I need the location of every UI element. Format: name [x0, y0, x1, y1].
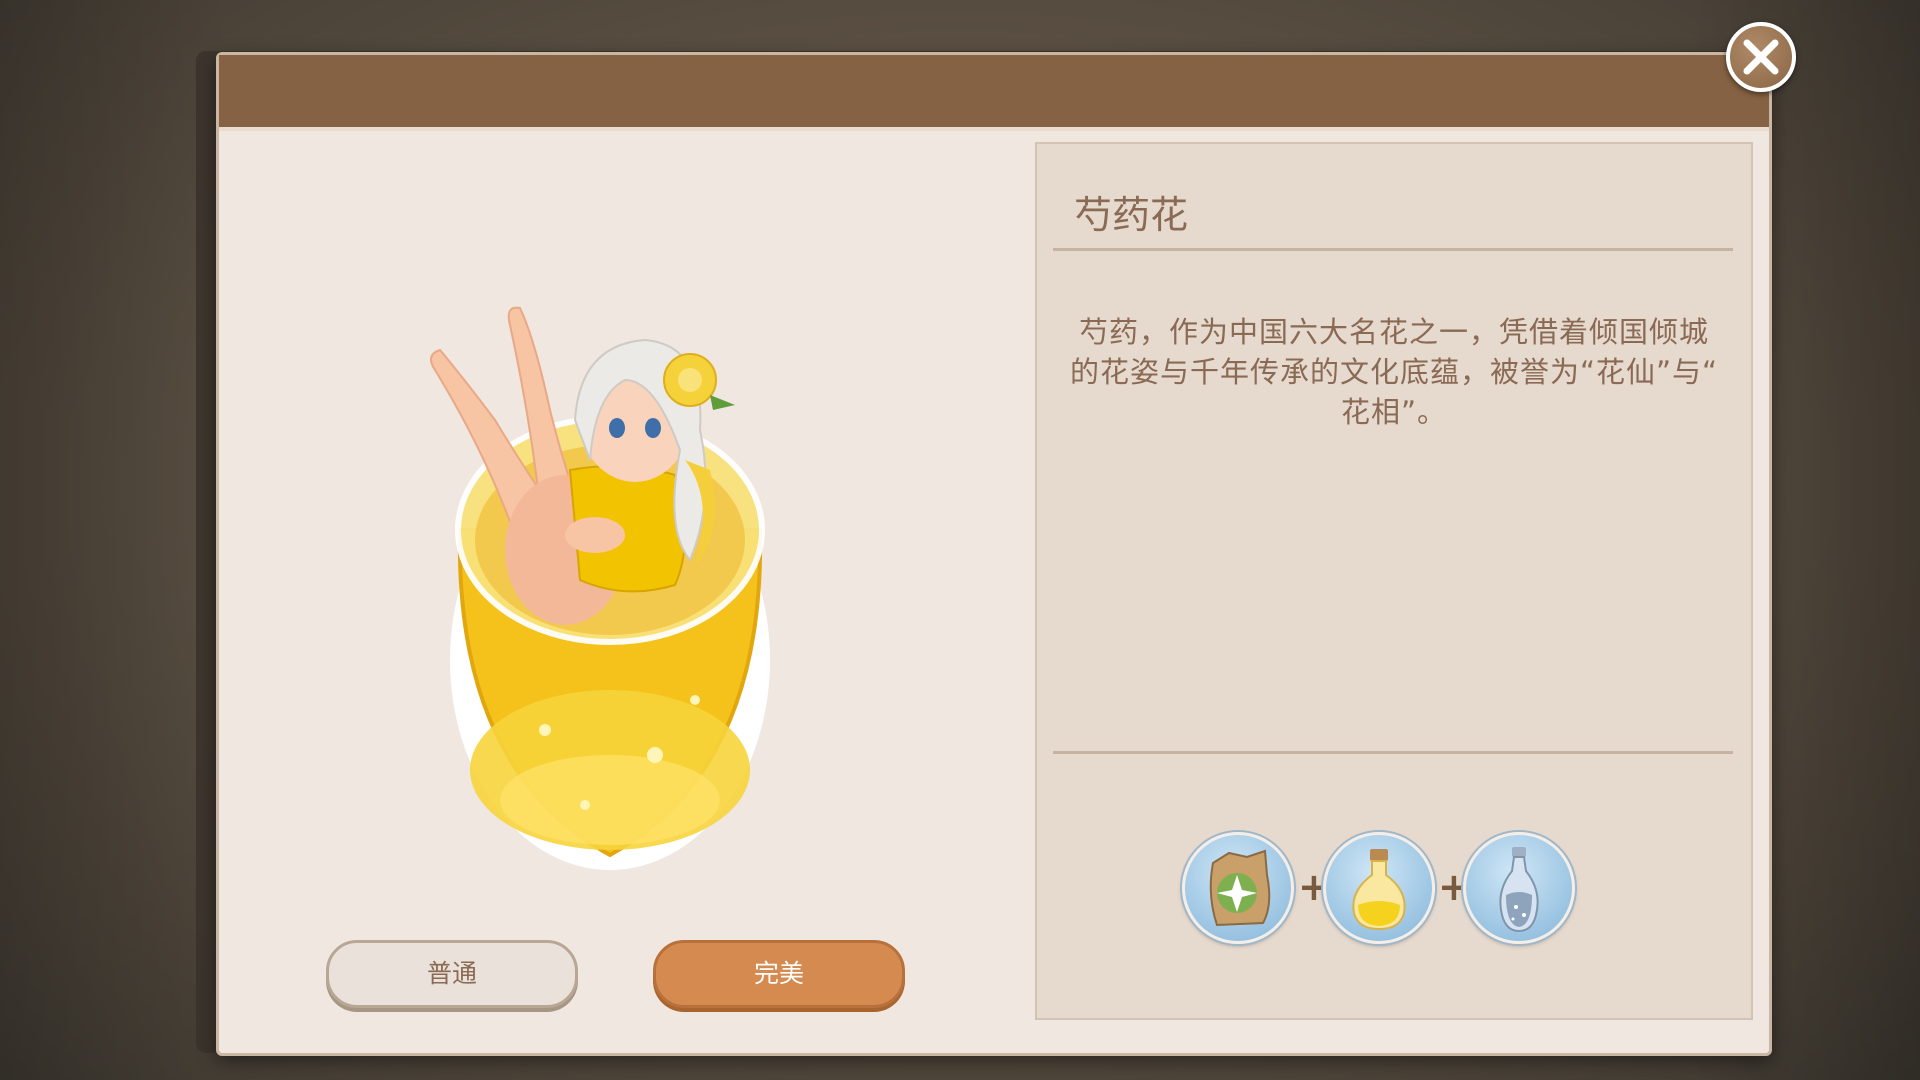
yellow-potion-bottle-icon [1352, 849, 1406, 931]
description-line-1: 芍药，作为中国六大名花之一，凭借着倾国倾城 [1078, 315, 1709, 349]
ingredient-slot-2[interactable] [1323, 832, 1435, 944]
item-info-panel: 芍药花 芍药，作为中国六大名花之一，凭借着倾国倾城 的花姿与千年传承的文化底蕴，… [1035, 142, 1753, 1020]
character-artwork [430, 306, 770, 870]
close-button[interactable] [1726, 22, 1796, 92]
item-title: 芍药花 [1074, 193, 1189, 237]
close-x-icon [1743, 39, 1779, 75]
normal-quality-button[interactable]: 普通 [326, 940, 578, 1008]
ingredient-slot-3[interactable] [1463, 832, 1575, 944]
sparkle-vase-icon [1499, 847, 1539, 933]
title-divider [1053, 248, 1733, 251]
recipe-divider [1053, 751, 1733, 754]
item-description: 芍药，作为中国六大名花之一，凭借着倾国倾城 的花姿与千年传承的文化底蕴，被誉为“… [1037, 312, 1751, 432]
ingredient-slot-1[interactable] [1182, 832, 1294, 944]
dialog-header-bar [219, 55, 1769, 131]
description-line-3: 花相”。 [1340, 395, 1448, 429]
flower-seed-bag-icon [1209, 849, 1271, 927]
perfect-quality-button[interactable]: 完美 [653, 940, 905, 1008]
description-line-2: 的花姿与千年传承的文化底蕴，被誉为“花仙”与“ [1069, 355, 1719, 389]
recipe-row: + + [1182, 832, 1602, 944]
